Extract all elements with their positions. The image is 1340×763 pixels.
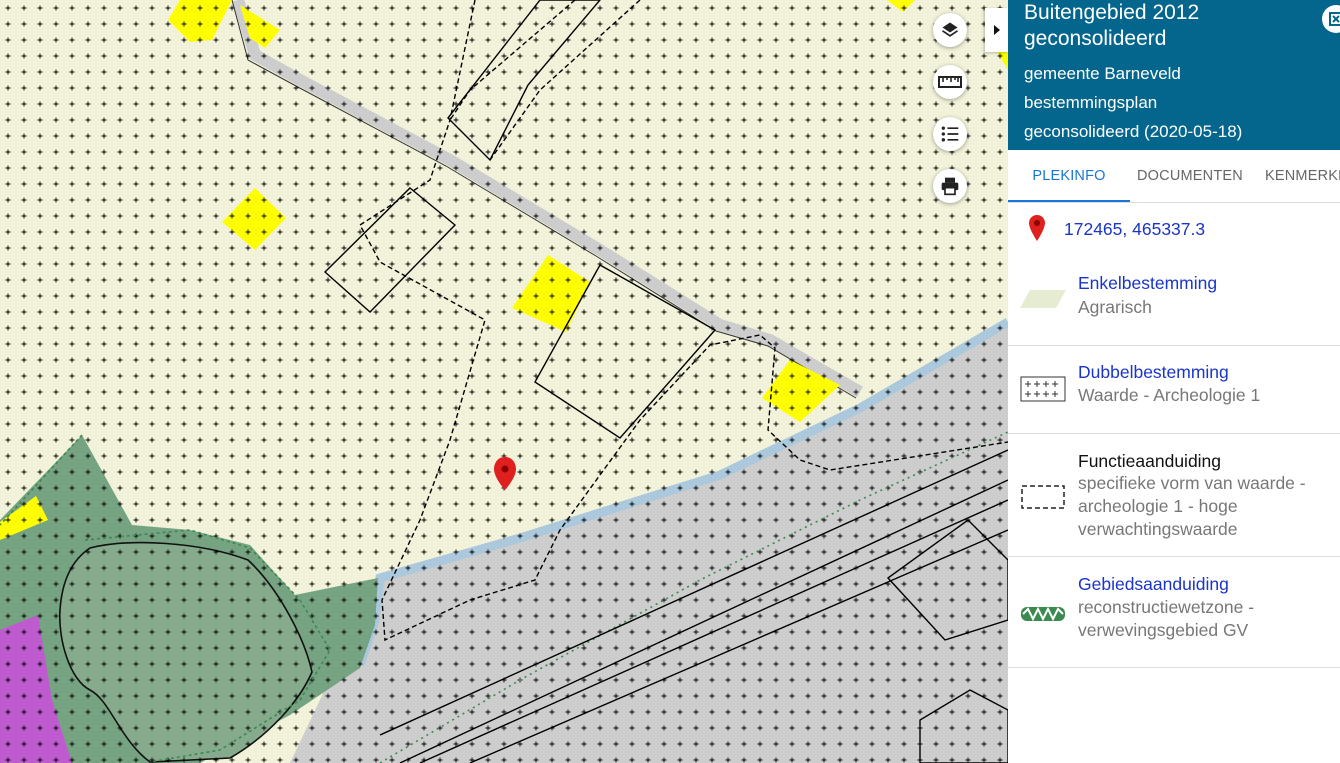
archeologie-pattern-icon: [1020, 376, 1066, 402]
dashed-rectangle-icon: [1021, 485, 1065, 509]
list-item-gebiedsaanduiding: Gebiedsaanduiding reconstructiewetzone -…: [1008, 557, 1340, 668]
plan-title: Buitengebied 2012 geconsolideerd: [1024, 1, 1200, 50]
print-icon: [941, 177, 959, 196]
coordinates-value[interactable]: 172465, 465337.3: [1064, 219, 1205, 240]
map-view[interactable]: [0, 0, 1008, 763]
list-item-functieaanduiding: Functieaanduiding specifieke vorm van wa…: [1008, 434, 1340, 557]
item-title: Functieaanduiding: [1078, 451, 1222, 471]
collapse-panel-button[interactable]: [985, 8, 1008, 52]
plan-subtitle: gemeente Barneveld bestemmingsplan gecon…: [1024, 59, 1324, 146]
panel-tabs: PLEKINFO DOCUMENTEN KENMERKEN: [1008, 150, 1340, 203]
layers-button[interactable]: [933, 13, 967, 47]
legend-list-icon: [941, 126, 959, 142]
item-description: reconstructiewetzone - verwevingsgebied …: [1078, 597, 1255, 640]
zigzag-green-icon: [1021, 606, 1065, 622]
legend-button[interactable]: [933, 117, 967, 151]
item-description: specifieke vorm van waarde - archeologie…: [1078, 473, 1306, 539]
item-title[interactable]: Enkelbestemming: [1078, 272, 1217, 295]
chevron-right-icon: [993, 25, 1000, 35]
archeologie-overlay: [0, 0, 1008, 763]
list-item-enkelbestemming: Enkelbestemming Agrarisch: [1008, 262, 1340, 346]
close-button[interactable]: [1322, 5, 1340, 33]
tab-kenmerken[interactable]: KENMERKEN: [1265, 150, 1340, 200]
plan-header: Buitengebied 2012 geconsolideerd gemeent…: [1008, 0, 1340, 150]
coordinates-row: 172465, 465337.3: [1008, 212, 1340, 248]
plan-municipality: gemeente Barneveld: [1024, 64, 1181, 83]
plan-type: bestemmingsplan: [1024, 93, 1158, 112]
close-icon: [1329, 12, 1340, 26]
map-canvas[interactable]: [0, 0, 1008, 763]
ruler-icon: [938, 76, 962, 88]
layers-icon: [942, 22, 958, 37]
tab-documenten[interactable]: DOCUMENTEN: [1137, 150, 1243, 200]
item-title[interactable]: Dubbelbestemming: [1078, 361, 1229, 384]
info-panel: Buitengebied 2012 geconsolideerd gemeent…: [1008, 0, 1340, 763]
item-description: Agrarisch: [1078, 297, 1152, 317]
agrarisch-swatch-icon: [1020, 290, 1066, 308]
measure-button[interactable]: [933, 65, 967, 99]
item-title[interactable]: Gebiedsaanduiding: [1078, 573, 1229, 596]
plan-status: geconsolideerd (2020-05-18): [1024, 122, 1243, 141]
list-item-dubbelbestemming: Dubbelbestemming Waarde - Archeologie 1: [1008, 346, 1340, 434]
print-button[interactable]: [933, 169, 967, 203]
item-description: Waarde - Archeologie 1: [1078, 385, 1261, 405]
map-pin-icon: [1029, 215, 1045, 241]
tab-plekinfo[interactable]: PLEKINFO: [1008, 150, 1130, 202]
